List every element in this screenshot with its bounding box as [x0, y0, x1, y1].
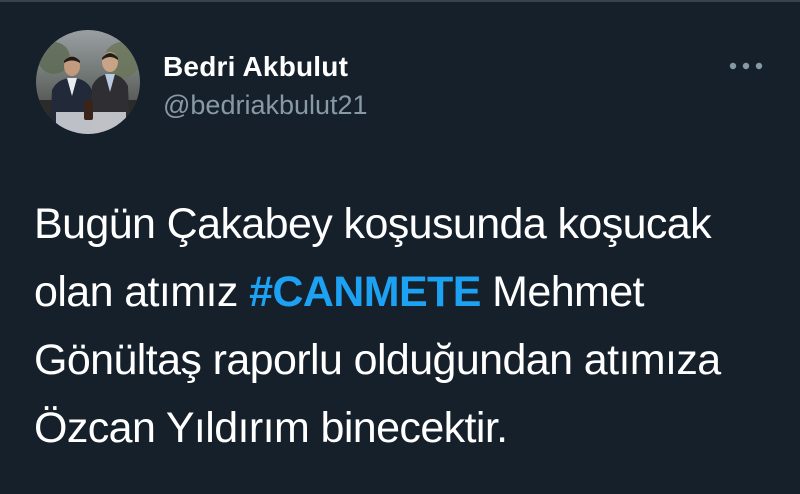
avatar[interactable] [36, 30, 140, 134]
tweet-text: Bugün Çakabey koşusunda koşucak olan atı… [34, 190, 774, 462]
hashtag-link[interactable]: #CANMETE [249, 268, 481, 316]
author-display-name[interactable]: Bedri Akbulut [163, 50, 368, 84]
tweet-card: Bedri Akbulut @bedriakbulut21 Bugün Çaka… [0, 0, 800, 494]
author-block: Bedri Akbulut @bedriakbulut21 [163, 50, 368, 122]
more-options-button[interactable] [722, 52, 770, 80]
author-handle[interactable]: @bedriakbulut21 [163, 88, 368, 122]
avatar-photo [36, 30, 140, 134]
more-horizontal-icon [729, 62, 763, 70]
